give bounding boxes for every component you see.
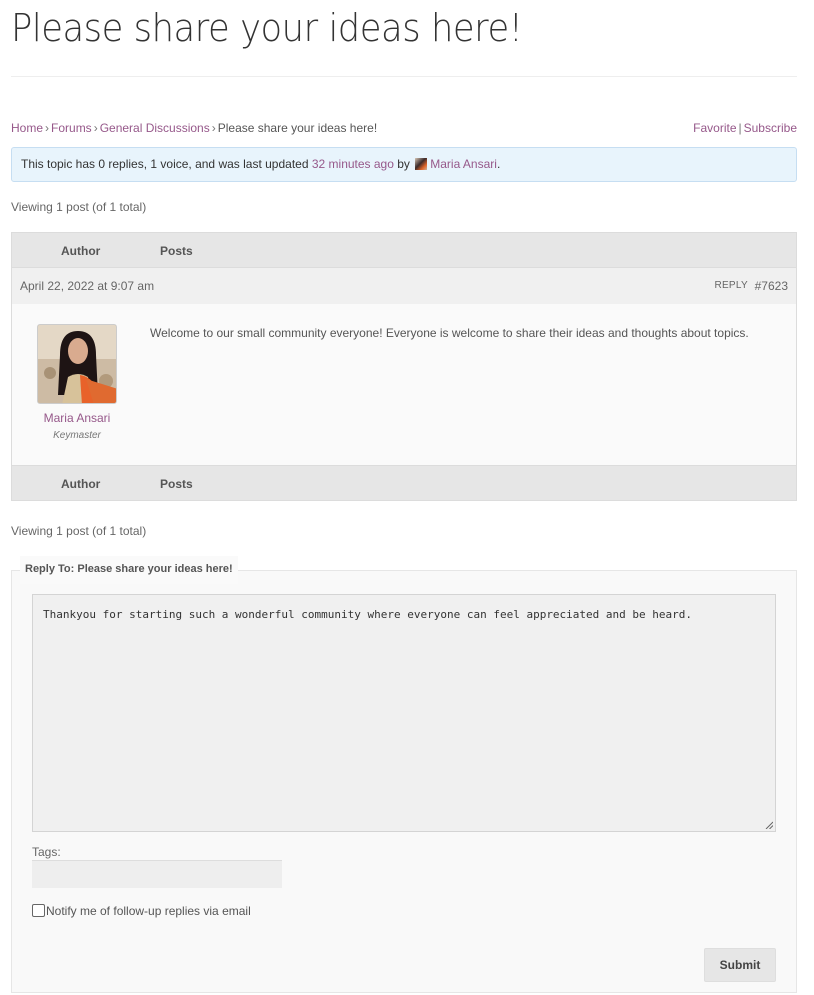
breadcrumb-general-discussions[interactable]: General Discussions <box>100 121 210 135</box>
favorite-link[interactable]: Favorite <box>693 121 736 135</box>
pagination-count-top: Viewing 1 post (of 1 total) <box>11 200 147 214</box>
tags-label: Tags: <box>32 845 61 859</box>
post-content: Welcome to our small community everyone!… <box>150 326 749 340</box>
notify-option[interactable]: Notify me of follow-up replies via email <box>32 904 251 918</box>
column-posts: Posts <box>160 244 193 258</box>
pagination-count-bottom: Viewing 1 post (of 1 total) <box>11 524 147 538</box>
breadcrumb-separator: › <box>211 121 216 135</box>
author-role: Keymaster <box>53 430 101 441</box>
title-divider <box>11 76 797 77</box>
breadcrumb-separator: › <box>45 121 50 135</box>
last-updated-link[interactable]: 32 minutes ago <box>312 157 394 171</box>
column-author: Author <box>61 477 101 491</box>
column-posts: Posts <box>160 477 193 491</box>
reply-text: Thankyou for starting such a wonderful c… <box>43 608 693 621</box>
reply-form-legend: Reply To: Please share your ideas here! <box>20 556 238 584</box>
post-date: April 22, 2022 at 9:07 am <box>20 279 155 293</box>
breadcrumb-separator: › <box>93 121 98 135</box>
table-footer: Author Posts <box>11 465 797 501</box>
breadcrumb: Home › Forums › General Discussions › Please s… <box>11 121 377 135</box>
post-permalink[interactable]: #7623 <box>755 279 788 293</box>
reply-link[interactable]: REPLY <box>714 280 748 291</box>
actions-separator: | <box>738 121 742 135</box>
breadcrumb-current: Please share your ideas here! <box>217 121 378 135</box>
notice-user-link[interactable]: Maria Ansari <box>430 157 497 171</box>
author-name-link[interactable]: Maria Ansari <box>12 411 142 425</box>
breadcrumb-home[interactable]: Home <box>11 121 43 135</box>
notice-prefix: This topic has 0 replies, 1 voice, and w… <box>21 157 312 171</box>
notice-by: by <box>393 157 414 171</box>
author-avatar[interactable] <box>37 324 117 404</box>
breadcrumb-forums[interactable]: Forums <box>51 121 92 135</box>
notify-label: Notify me of follow-up replies via email <box>46 904 251 918</box>
column-author: Author <box>61 244 101 258</box>
notify-checkbox[interactable] <box>32 904 45 917</box>
post-body: Maria Ansari Keymaster Welcome to our sm… <box>11 304 797 465</box>
avatar-image <box>38 325 116 403</box>
table-header-top: Author Posts <box>11 232 797 268</box>
tags-input[interactable] <box>32 860 282 888</box>
subscribe-link[interactable]: Subscribe <box>744 121 797 135</box>
reply-textarea[interactable]: Thankyou for starting such a wonderful c… <box>32 594 776 832</box>
submit-button[interactable]: Submit <box>704 948 776 982</box>
page-title: Please share your ideas here! <box>11 6 523 50</box>
resize-grip-icon[interactable] <box>765 821 773 829</box>
notice-suffix: . <box>496 157 501 171</box>
topic-info-notice: This topic has 0 replies, 1 voice, and w… <box>11 147 797 182</box>
post-meta-bar: April 22, 2022 at 9:07 am REPLY #7623 <box>11 268 797 304</box>
user-avatar-icon <box>415 158 428 170</box>
topic-actions: Favorite | Subscribe <box>693 121 797 135</box>
